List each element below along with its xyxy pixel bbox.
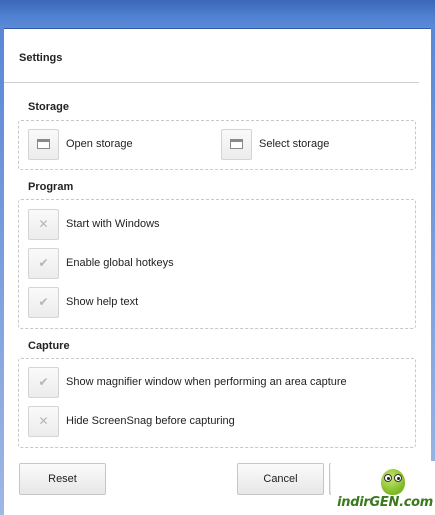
- capture-section-title: Capture: [28, 340, 70, 352]
- show-magnifier-toggle[interactable]: ✔ Show magnifier window when performing …: [28, 365, 347, 399]
- toggle-box: ✔: [28, 286, 59, 318]
- checkmark-icon: ✔: [38, 295, 49, 309]
- hide-screensnag-label: Hide ScreenSnag before capturing: [66, 415, 235, 427]
- program-section-title: Program: [28, 181, 74, 193]
- start-with-windows-label: Start with Windows: [66, 218, 160, 230]
- reset-button[interactable]: Reset: [19, 463, 106, 495]
- settings-window: Settings Storage Open storage Select sto…: [0, 0, 435, 515]
- toggle-box: ✕: [28, 405, 59, 437]
- toggle-box: ✔: [28, 366, 59, 398]
- start-with-windows-toggle[interactable]: ✕ Start with Windows: [28, 207, 160, 241]
- hide-screensnag-toggle[interactable]: ✕ Hide ScreenSnag before capturing: [28, 404, 235, 438]
- page-title: Settings: [19, 52, 63, 64]
- enable-global-hotkeys-label: Enable global hotkeys: [66, 257, 174, 269]
- window-titlebar[interactable]: [0, 0, 435, 29]
- mascot-icon: [381, 469, 405, 495]
- x-icon: ✕: [38, 414, 49, 428]
- watermark-text: indirGEN.com: [337, 495, 433, 510]
- enable-global-hotkeys-toggle[interactable]: ✔ Enable global hotkeys: [28, 246, 174, 280]
- show-magnifier-label: Show magnifier window when performing an…: [66, 376, 347, 388]
- checkmark-icon: ✔: [38, 375, 49, 389]
- window-icon: [221, 128, 252, 160]
- watermark-logo: indirGEN.com: [331, 461, 435, 515]
- show-help-text-toggle[interactable]: ✔ Show help text: [28, 285, 138, 319]
- toggle-box: ✕: [28, 208, 59, 240]
- checkmark-icon: ✔: [38, 256, 49, 270]
- settings-content: Settings Storage Open storage Select sto…: [4, 29, 431, 515]
- cancel-button[interactable]: Cancel: [237, 463, 324, 495]
- title-divider: [4, 82, 419, 83]
- window-icon: [28, 128, 59, 160]
- toggle-box: ✔: [28, 247, 59, 279]
- x-icon: ✕: [38, 217, 49, 231]
- show-help-text-label: Show help text: [66, 296, 139, 308]
- window-frame-right: [431, 28, 435, 515]
- select-storage-label: Select storage: [259, 138, 330, 150]
- select-storage-button[interactable]: Select storage: [221, 127, 329, 161]
- open-storage-label: Open storage: [66, 138, 133, 150]
- open-storage-button[interactable]: Open storage: [28, 127, 133, 161]
- storage-section-title: Storage: [28, 101, 69, 113]
